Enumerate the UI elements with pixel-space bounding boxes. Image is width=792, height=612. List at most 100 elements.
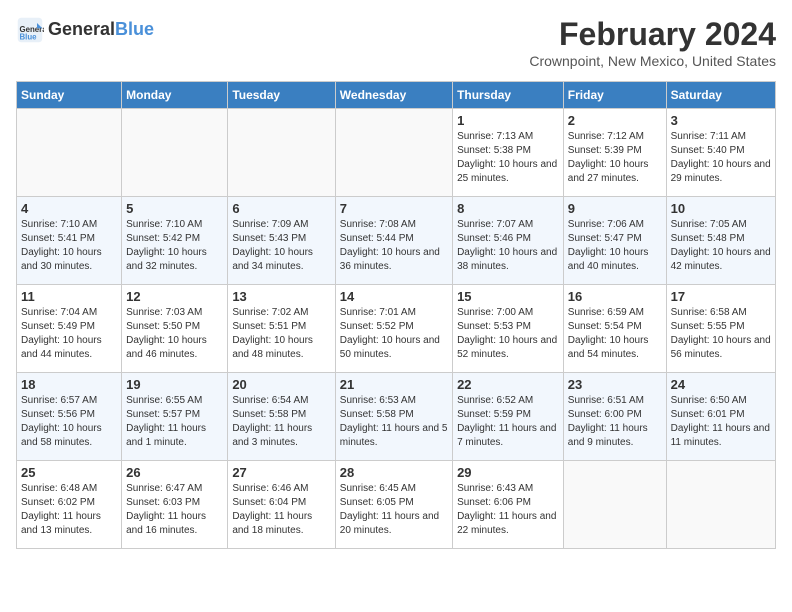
day-cell: 19 Sunrise: 6:55 AMSunset: 5:57 PMDayligh… [122,373,228,461]
day-cell: 26 Sunrise: 6:47 AMSunset: 6:03 PMDayligh… [122,461,228,549]
day-cell: 7 Sunrise: 7:08 AMSunset: 5:44 PMDaylight… [335,197,452,285]
title-block: February 2024 Crownpoint, New Mexico, Un… [529,16,776,69]
day-info: Sunrise: 7:12 AMSunset: 5:39 PMDaylight:… [568,130,662,186]
column-header-friday: Friday [563,82,666,109]
day-info: Sunrise: 7:04 AMSunset: 5:49 PMDaylight:… [21,306,117,362]
calendar-body: 1 Sunrise: 7:13 AMSunset: 5:38 PMDaylight… [17,109,776,549]
day-cell: 27 Sunrise: 6:46 AMSunset: 6:04 PMDayligh… [228,461,335,549]
column-header-thursday: Thursday [453,82,564,109]
day-number: 1 [457,113,559,128]
day-info: Sunrise: 7:05 AMSunset: 5:48 PMDaylight:… [671,218,771,274]
subtitle: Crownpoint, New Mexico, United States [529,53,776,69]
day-number: 23 [568,377,662,392]
day-cell: 5Sunrise: 7:10 AMSunset: 5:42 PMDaylight… [122,197,228,285]
svg-text:Blue: Blue [20,33,38,42]
week-row-3: 11 Sunrise: 7:04 AMSunset: 5:49 PMDayligh… [17,285,776,373]
day-info: Sunrise: 7:10 AMSunset: 5:42 PMDaylight:… [126,218,223,274]
day-cell [122,109,228,197]
day-cell: 22 Sunrise: 6:52 AMSunset: 5:59 PMDayligh… [453,373,564,461]
day-number: 9 [568,201,662,216]
day-number: 6 [232,201,330,216]
day-info: Sunrise: 6:43 AMSunset: 6:06 PMDaylight:… [457,482,559,538]
day-cell [17,109,122,197]
day-cell: 20Sunrise: 6:54 AMSunset: 5:58 PMDayligh… [228,373,335,461]
day-info: Sunrise: 7:01 AMSunset: 5:52 PMDaylight:… [340,306,448,362]
day-cell: 29 Sunrise: 6:43 AMSunset: 6:06 PMDayligh… [453,461,564,549]
day-number: 19 [126,377,223,392]
day-cell: 1 Sunrise: 7:13 AMSunset: 5:38 PMDaylight… [453,109,564,197]
day-info: Sunrise: 6:54 AMSunset: 5:58 PMDaylight:… [232,394,330,450]
day-number: 11 [21,289,117,304]
day-number: 29 [457,465,559,480]
day-number: 3 [671,113,771,128]
day-cell: 9Sunrise: 7:06 AMSunset: 5:47 PMDaylight… [563,197,666,285]
day-info: Sunrise: 6:58 AMSunset: 5:55 PMDaylight:… [671,306,771,362]
day-cell: 12 Sunrise: 7:03 AMSunset: 5:50 PMDayligh… [122,285,228,373]
day-number: 16 [568,289,662,304]
day-info: Sunrise: 6:47 AMSunset: 6:03 PMDaylight:… [126,482,223,538]
day-cell [228,109,335,197]
day-info: Sunrise: 6:52 AMSunset: 5:59 PMDaylight:… [457,394,559,450]
day-cell: 3 Sunrise: 7:11 AMSunset: 5:40 PMDaylight… [666,109,775,197]
day-number: 27 [232,465,330,480]
day-info: Sunrise: 6:55 AMSunset: 5:57 PMDaylight:… [126,394,223,450]
day-number: 2 [568,113,662,128]
week-row-2: 4 Sunrise: 7:10 AMSunset: 5:41 PMDaylight… [17,197,776,285]
day-cell [666,461,775,549]
day-info: Sunrise: 6:50 AMSunset: 6:01 PMDaylight:… [671,394,771,450]
day-number: 17 [671,289,771,304]
day-info: Sunrise: 6:51 AMSunset: 6:00 PMDaylight:… [568,394,662,450]
day-info: Sunrise: 6:46 AMSunset: 6:04 PMDaylight:… [232,482,330,538]
day-cell [563,461,666,549]
day-cell: 16 Sunrise: 6:59 AMSunset: 5:54 PMDayligh… [563,285,666,373]
day-info: Sunrise: 6:45 AMSunset: 6:05 PMDaylight:… [340,482,448,538]
week-row-1: 1 Sunrise: 7:13 AMSunset: 5:38 PMDaylight… [17,109,776,197]
column-header-tuesday: Tuesday [228,82,335,109]
day-cell: 14 Sunrise: 7:01 AMSunset: 5:52 PMDayligh… [335,285,452,373]
logo-icon: General Blue [16,16,44,44]
day-number: 21 [340,377,448,392]
day-number: 8 [457,201,559,216]
day-number: 4 [21,201,117,216]
day-info: Sunrise: 7:08 AMSunset: 5:44 PMDaylight:… [340,218,448,274]
day-info: Sunrise: 6:53 AMSunset: 5:58 PMDaylight:… [340,394,448,450]
day-info: Sunrise: 7:11 AMSunset: 5:40 PMDaylight:… [671,130,771,186]
day-number: 18 [21,377,117,392]
day-info: Sunrise: 7:00 AMSunset: 5:53 PMDaylight:… [457,306,559,362]
day-cell: 6Sunrise: 7:09 AMSunset: 5:43 PMDaylight… [228,197,335,285]
day-info: Sunrise: 7:03 AMSunset: 5:50 PMDaylight:… [126,306,223,362]
day-number: 10 [671,201,771,216]
day-cell: 18 Sunrise: 6:57 AMSunset: 5:56 PMDayligh… [17,373,122,461]
day-number: 7 [340,201,448,216]
day-number: 14 [340,289,448,304]
column-header-wednesday: Wednesday [335,82,452,109]
logo-text: GeneralBlue [48,20,154,40]
main-title: February 2024 [529,16,776,53]
day-cell: 4 Sunrise: 7:10 AMSunset: 5:41 PMDaylight… [17,197,122,285]
day-cell: 17 Sunrise: 6:58 AMSunset: 5:55 PMDayligh… [666,285,775,373]
day-number: 26 [126,465,223,480]
day-cell: 10 Sunrise: 7:05 AMSunset: 5:48 PMDayligh… [666,197,775,285]
day-cell: 15Sunrise: 7:00 AMSunset: 5:53 PMDayligh… [453,285,564,373]
day-cell: 28 Sunrise: 6:45 AMSunset: 6:05 PMDayligh… [335,461,452,549]
day-info: Sunrise: 7:10 AMSunset: 5:41 PMDaylight:… [21,218,117,274]
day-info: Sunrise: 6:57 AMSunset: 5:56 PMDaylight:… [21,394,117,450]
day-info: Sunrise: 6:59 AMSunset: 5:54 PMDaylight:… [568,306,662,362]
week-row-4: 18 Sunrise: 6:57 AMSunset: 5:56 PMDayligh… [17,373,776,461]
column-header-saturday: Saturday [666,82,775,109]
day-number: 25 [21,465,117,480]
day-info: Sunrise: 7:13 AMSunset: 5:38 PMDaylight:… [457,130,559,186]
day-number: 12 [126,289,223,304]
day-cell: 2 Sunrise: 7:12 AMSunset: 5:39 PMDaylight… [563,109,666,197]
day-number: 24 [671,377,771,392]
day-number: 28 [340,465,448,480]
day-cell: 13 Sunrise: 7:02 AMSunset: 5:51 PMDayligh… [228,285,335,373]
calendar-table: SundayMondayTuesdayWednesdayThursdayFrid… [16,81,776,549]
day-cell: 25Sunrise: 6:48 AMSunset: 6:02 PMDayligh… [17,461,122,549]
day-cell: 8Sunrise: 7:07 AMSunset: 5:46 PMDaylight… [453,197,564,285]
day-number: 13 [232,289,330,304]
logo: General Blue GeneralBlue [16,16,154,44]
day-info: Sunrise: 7:02 AMSunset: 5:51 PMDaylight:… [232,306,330,362]
day-number: 22 [457,377,559,392]
day-cell [335,109,452,197]
